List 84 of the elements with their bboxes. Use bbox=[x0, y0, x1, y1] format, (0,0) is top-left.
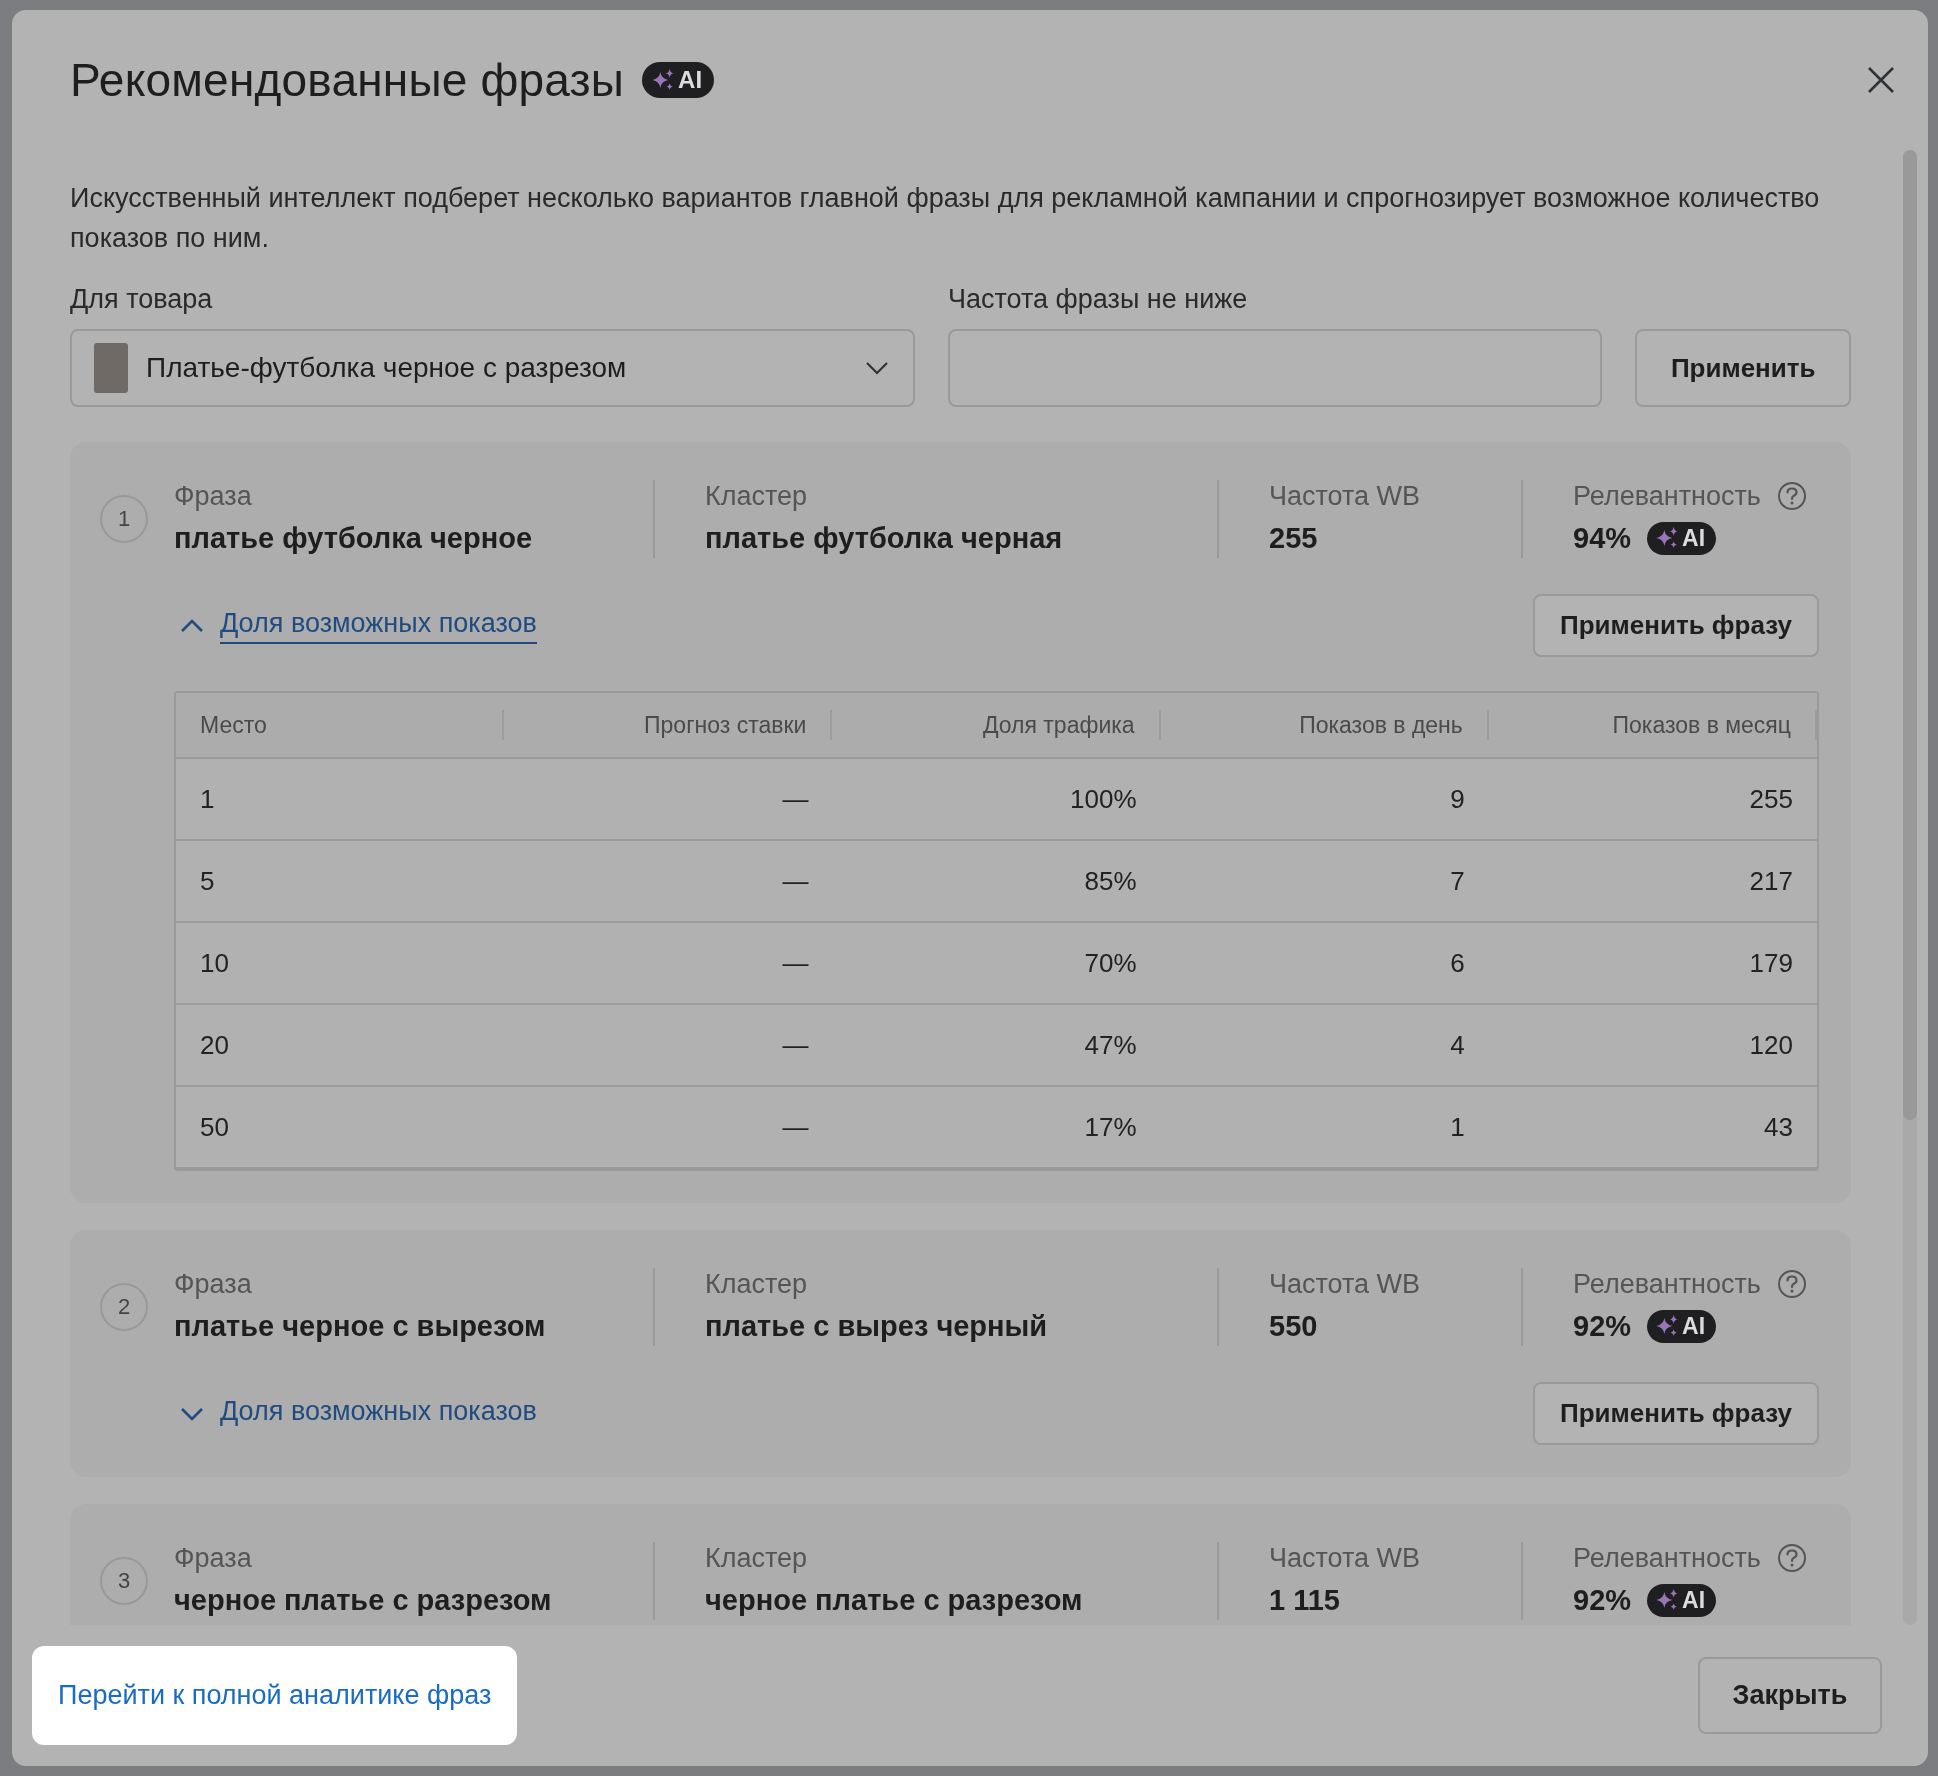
table-cell-text: — bbox=[781, 783, 810, 815]
analytics-link[interactable]: Перейти к полной аналитике фраз bbox=[32, 1646, 518, 1745]
table-cell-text: 1 bbox=[199, 783, 216, 815]
sparkle-icon bbox=[1655, 1314, 1680, 1338]
frequency-value: 255 bbox=[1269, 521, 1319, 556]
table-cell-text: — bbox=[781, 1029, 810, 1061]
column-header: Прогноз ставки bbox=[504, 710, 833, 740]
sparkle-icon bbox=[1655, 1588, 1680, 1612]
column-label: Релевантность bbox=[1573, 1542, 1761, 1574]
number-badge: 3 bbox=[100, 1557, 148, 1605]
relevance-value: 94% bbox=[1573, 521, 1632, 556]
description-text: Искусственный интеллект подберет несколько вариантов главной фразы для рекламной кампании и спрогнозирует возможное количество показов по ним. bbox=[70, 182, 1821, 255]
table-cell-text: 217 bbox=[1748, 865, 1794, 897]
table-cell-text: 179 bbox=[1748, 947, 1794, 979]
table-cell-text: 4 bbox=[1449, 1029, 1466, 1061]
cluster-text: платье с вырез черный bbox=[705, 1309, 1049, 1344]
dialog-title: Рекомендованные фразы bbox=[70, 53, 625, 107]
close-button[interactable]: Закрыть bbox=[1698, 1657, 1882, 1734]
frequency-input[interactable] bbox=[948, 329, 1603, 407]
table-cell-text: 5 bbox=[199, 865, 216, 897]
table-cell-text: 6 bbox=[1449, 947, 1466, 979]
ai-badge: AI bbox=[642, 62, 715, 98]
apply-button[interactable]: Применить bbox=[1635, 329, 1851, 407]
relevance-value: 92% bbox=[1573, 1583, 1632, 1618]
table-cell-text: 47% bbox=[1083, 1029, 1138, 1061]
column-label: Фраза bbox=[174, 1268, 253, 1300]
column-label: Частота WB bbox=[1269, 1542, 1422, 1574]
table-cell-text: 70% bbox=[1083, 947, 1138, 979]
column-label: Кластер bbox=[705, 480, 809, 512]
table-cell-text: — bbox=[781, 947, 810, 979]
column-header: Доля трафика bbox=[832, 710, 1161, 740]
table-cell-text: — bbox=[781, 1111, 810, 1143]
scrollbar[interactable] bbox=[1903, 150, 1917, 1625]
frequency-value: 550 bbox=[1269, 1309, 1319, 1344]
photo-placeholder bbox=[94, 343, 128, 393]
column-label: Релевантность bbox=[1573, 480, 1761, 512]
number-badge: 1 bbox=[100, 495, 148, 543]
sparkle-icon bbox=[651, 68, 676, 92]
impressions-toggle-link[interactable]: Доля возможных показов bbox=[220, 1395, 537, 1432]
impressions-toggle-link[interactable]: Доля возможных показов bbox=[220, 607, 537, 644]
phrase-text: платье черное с вырезом bbox=[174, 1309, 547, 1344]
apply-phrase-button[interactable]: Применить фразу bbox=[1533, 594, 1819, 657]
phrase-text: платье футболка черное bbox=[174, 521, 534, 556]
product-select[interactable]: Платье-футболка черное с разрезом bbox=[70, 329, 916, 407]
column-header: Показов в месяц bbox=[1488, 710, 1817, 740]
table-cell-text: 1 bbox=[1449, 1111, 1466, 1143]
field-label: Для товара bbox=[70, 284, 214, 315]
help-icon[interactable] bbox=[1776, 1269, 1807, 1299]
column-label: Релевантность bbox=[1573, 1268, 1761, 1300]
relevance-value: 92% bbox=[1573, 1309, 1632, 1344]
column-label: Частота WB bbox=[1269, 1268, 1422, 1300]
ai-badge: AI bbox=[1647, 1309, 1717, 1343]
table-cell-text: 7 bbox=[1449, 865, 1466, 897]
column-label: Кластер bbox=[705, 1268, 809, 1300]
column-label: Фраза bbox=[174, 480, 253, 512]
field-label: Частота фразы не ниже bbox=[948, 284, 1249, 315]
table-cell-text: — bbox=[781, 865, 810, 897]
table-cell-text: 100% bbox=[1069, 783, 1138, 815]
column-header: Место bbox=[176, 710, 505, 740]
ai-badge: AI bbox=[1647, 521, 1717, 555]
table-cell-text: 20 bbox=[199, 1029, 230, 1061]
cluster-text: черное платье с разрезом bbox=[705, 1583, 1084, 1618]
frequency-value: 1 115 bbox=[1269, 1583, 1341, 1618]
sparkle-icon bbox=[1655, 526, 1680, 550]
apply-phrase-button[interactable]: Применить фразу bbox=[1533, 1382, 1819, 1445]
table-cell-text: 255 bbox=[1748, 783, 1794, 815]
help-icon[interactable] bbox=[1776, 1543, 1807, 1573]
table-cell-text: 17% bbox=[1083, 1111, 1138, 1143]
column-label: Частота WB bbox=[1269, 480, 1422, 512]
cluster-text: платье футболка черная bbox=[705, 521, 1064, 556]
column-label: Фраза bbox=[174, 1542, 253, 1574]
column-label: Кластер bbox=[705, 1542, 809, 1574]
table-cell-text: 120 bbox=[1748, 1029, 1794, 1061]
ai-badge: AI bbox=[1647, 1583, 1717, 1617]
table-cell-text: 10 bbox=[199, 947, 230, 979]
phrase-text: черное платье с разрезом bbox=[174, 1583, 553, 1618]
column-header: Показов в день bbox=[1160, 710, 1489, 740]
table-cell-text: 9 bbox=[1449, 783, 1466, 815]
table-cell-text: 43 bbox=[1763, 1111, 1794, 1143]
table-cell-text: 50 bbox=[199, 1111, 230, 1143]
help-icon[interactable] bbox=[1776, 481, 1807, 511]
table-cell-text: 85% bbox=[1083, 865, 1138, 897]
number-badge: 2 bbox=[100, 1283, 148, 1331]
chevron-down-icon bbox=[865, 361, 890, 375]
